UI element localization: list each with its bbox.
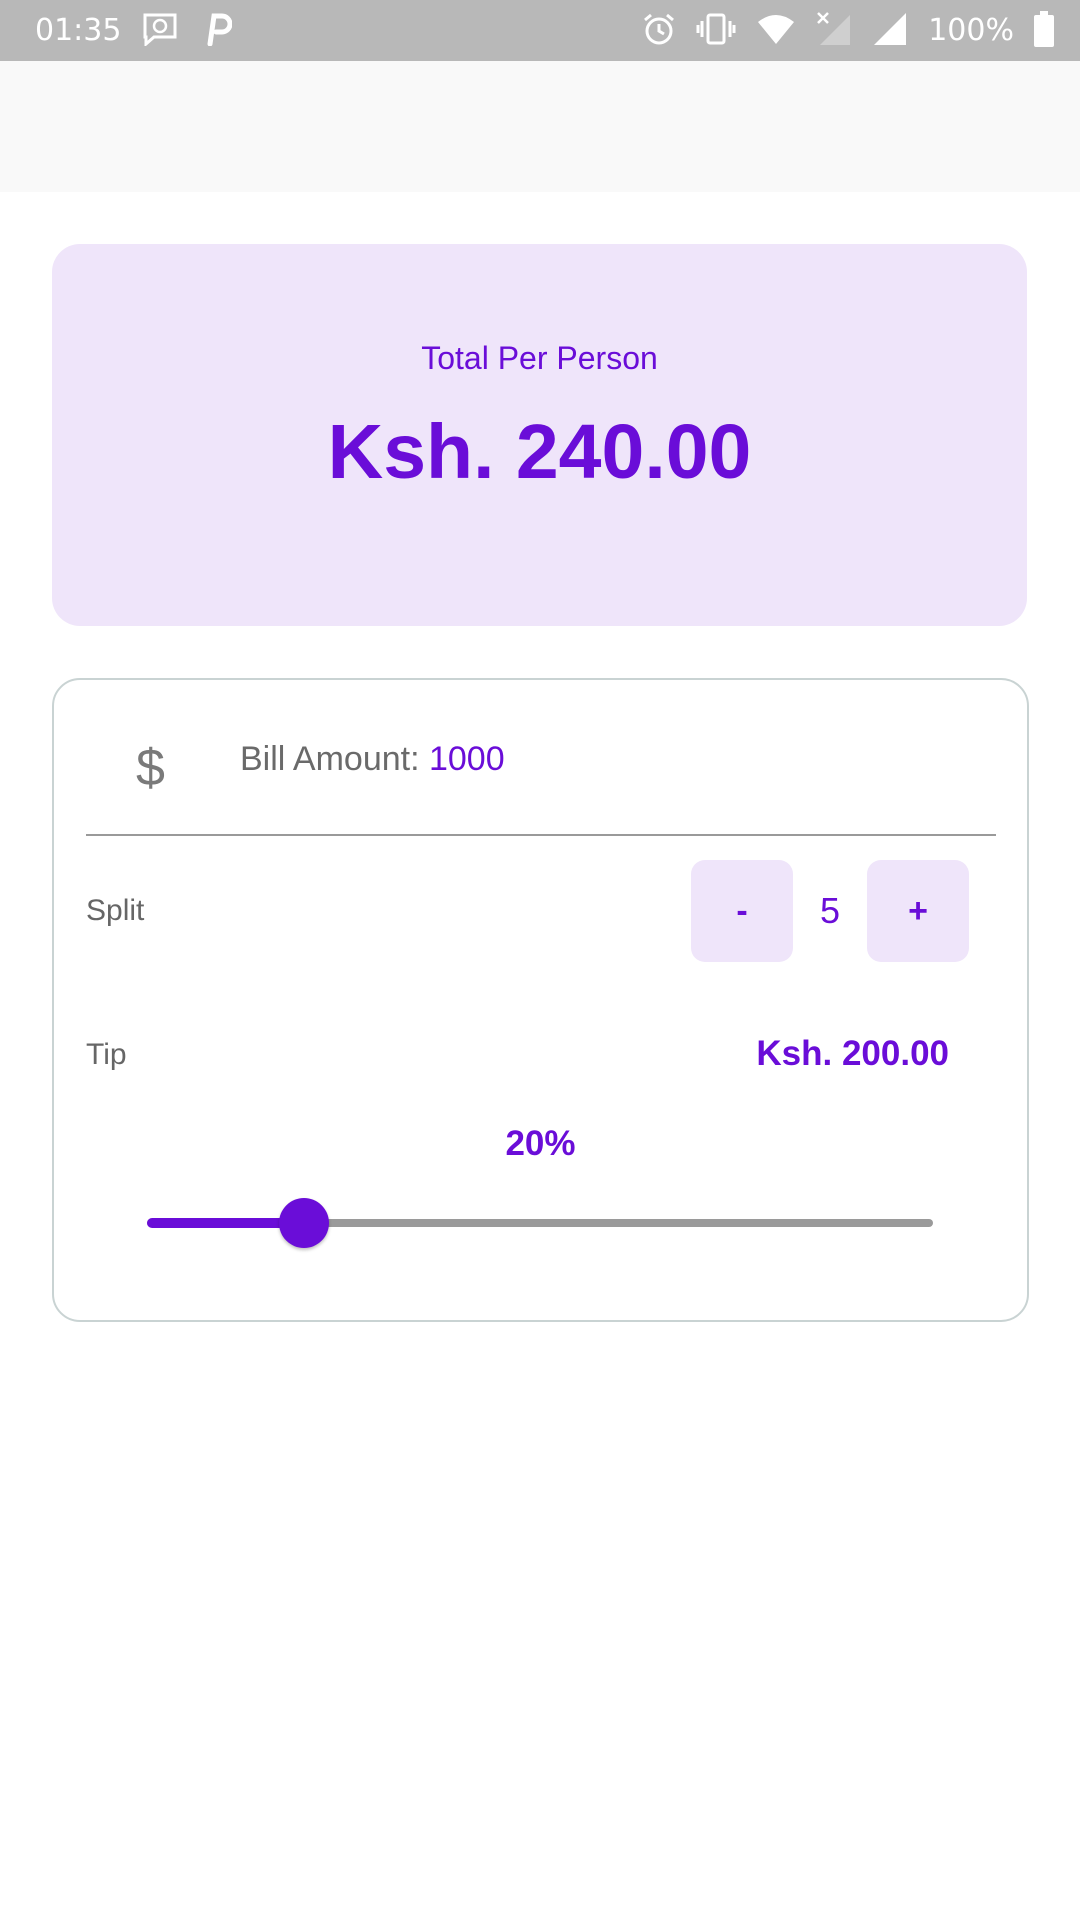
status-notification-icons xyxy=(142,12,233,50)
app-bar xyxy=(0,61,1080,192)
bill-amount-label: Bill Amount: xyxy=(240,740,429,778)
signal-off-icon xyxy=(816,11,852,51)
vibrate-icon xyxy=(696,12,736,50)
battery-icon xyxy=(1034,11,1054,51)
message-icon xyxy=(142,12,178,50)
split-count: 5 xyxy=(819,890,841,931)
total-per-person-value: Ksh. 240.00 xyxy=(327,409,752,495)
parking-icon xyxy=(204,12,233,50)
total-per-person-card: Total Per Person Ksh. 240.00 xyxy=(52,244,1027,626)
bill-amount-value: 1000 xyxy=(428,740,505,778)
increase-split-button[interactable]: + xyxy=(867,860,969,962)
status-system-icons: 100% xyxy=(642,11,1054,51)
slider-thumb[interactable] xyxy=(279,1198,330,1248)
tip-label: Tip xyxy=(86,1038,127,1071)
battery-percent: 100% xyxy=(928,13,1014,48)
status-time: 01:35 xyxy=(35,13,122,48)
signal-icon xyxy=(872,11,908,51)
status-bar: 01:35 100% xyxy=(0,0,1080,61)
total-per-person-label: Total Per Person xyxy=(421,340,658,376)
bill-amount-input[interactable]: Bill Amount: 1000 xyxy=(240,742,505,776)
bill-form-card: $ Bill Amount: 1000 Split - 5 + Tip Ksh.… xyxy=(52,678,1029,1322)
split-label: Split xyxy=(86,894,145,927)
bill-amount-field[interactable]: $ Bill Amount: 1000 xyxy=(86,680,996,836)
alarm-icon xyxy=(642,12,676,50)
wifi-icon xyxy=(756,12,796,50)
tip-slider[interactable] xyxy=(147,1198,933,1248)
tip-percent-label: 20% xyxy=(505,1124,576,1163)
dollar-icon: $ xyxy=(136,739,165,797)
tip-amount: Ksh. 200.00 xyxy=(756,1034,949,1073)
decrease-split-button[interactable]: - xyxy=(691,860,793,962)
